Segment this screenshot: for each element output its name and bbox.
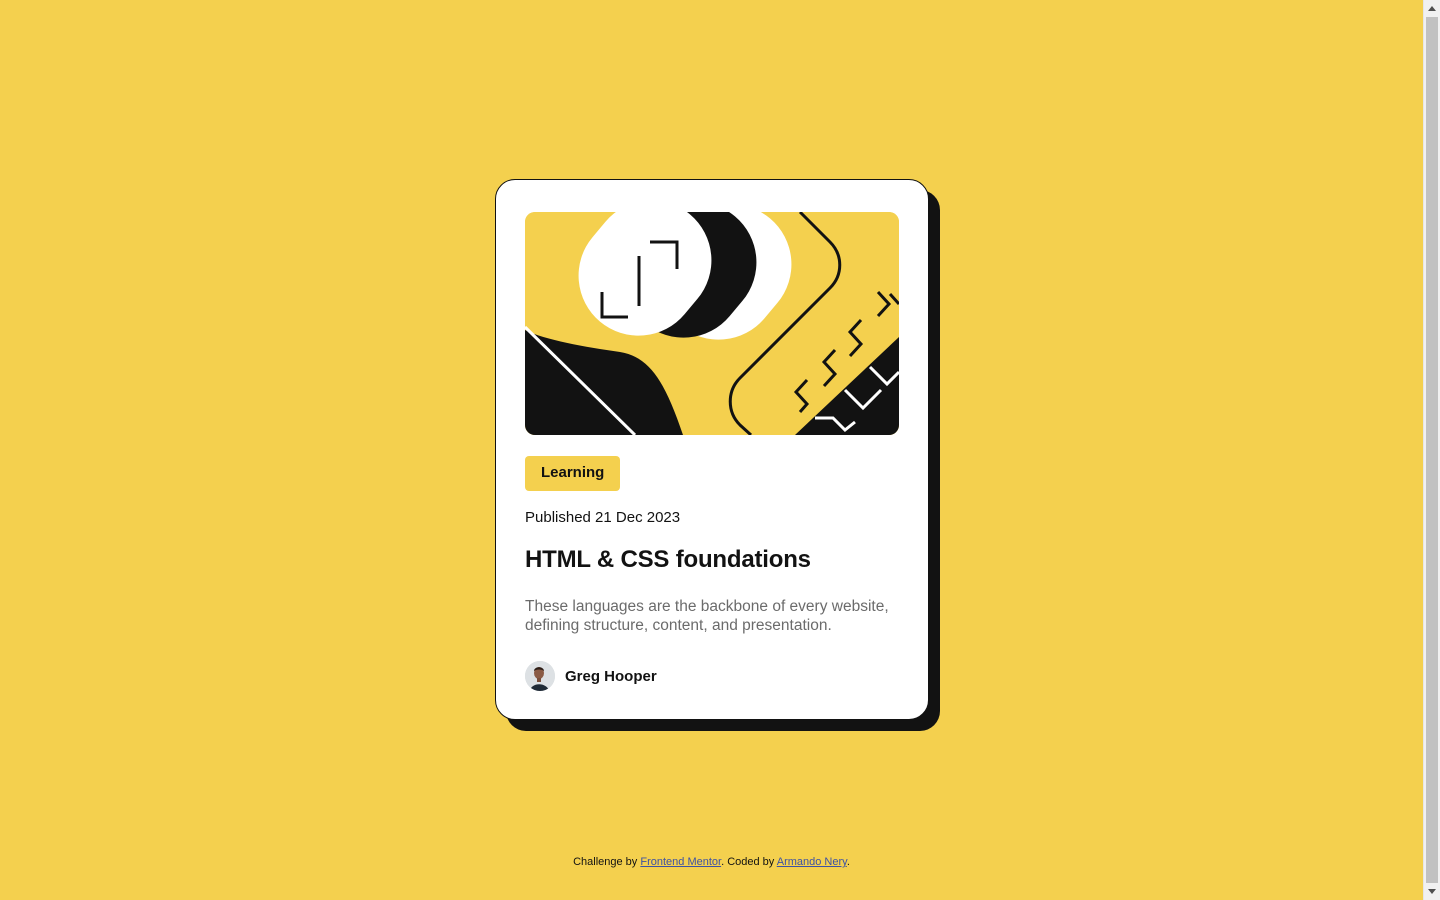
article-title[interactable]: HTML & CSS foundations xyxy=(525,545,899,575)
frontend-mentor-link[interactable]: Frontend Mentor xyxy=(640,856,721,868)
article-illustration xyxy=(525,212,899,435)
author-name: Greg Hooper xyxy=(565,667,657,685)
published-date: Published 21 Dec 2023 xyxy=(525,509,681,526)
scroll-down-arrow-icon[interactable] xyxy=(1424,883,1440,900)
author: Greg Hooper xyxy=(525,661,899,691)
attribution-suffix: . xyxy=(846,856,850,868)
avatar xyxy=(525,661,555,691)
scroll-thumb[interactable] xyxy=(1426,17,1438,883)
category-tag: Learning xyxy=(525,456,621,491)
vertical-scrollbar[interactable] xyxy=(1423,0,1440,900)
blog-preview-card: Learning Published 21 Dec 2023 HTML & CS… xyxy=(495,179,929,720)
avatar-greg-hooper-icon xyxy=(525,661,555,691)
attribution-coded-text: . Coded by xyxy=(721,856,777,868)
article-description: These languages are the backbone of ever… xyxy=(525,598,889,634)
browser-viewport: Learning Published 21 Dec 2023 HTML & CS… xyxy=(0,0,1440,900)
attribution-challenge-text: Challenge by xyxy=(573,856,641,868)
illustration-article-icon xyxy=(525,212,899,435)
attribution: Challenge by Frontend Mentor. Coded by A… xyxy=(0,856,1423,868)
scroll-up-arrow-icon[interactable] xyxy=(1424,0,1440,17)
author-link[interactable]: Armando Nery xyxy=(777,856,847,868)
page: Learning Published 21 Dec 2023 HTML & CS… xyxy=(0,0,1423,900)
